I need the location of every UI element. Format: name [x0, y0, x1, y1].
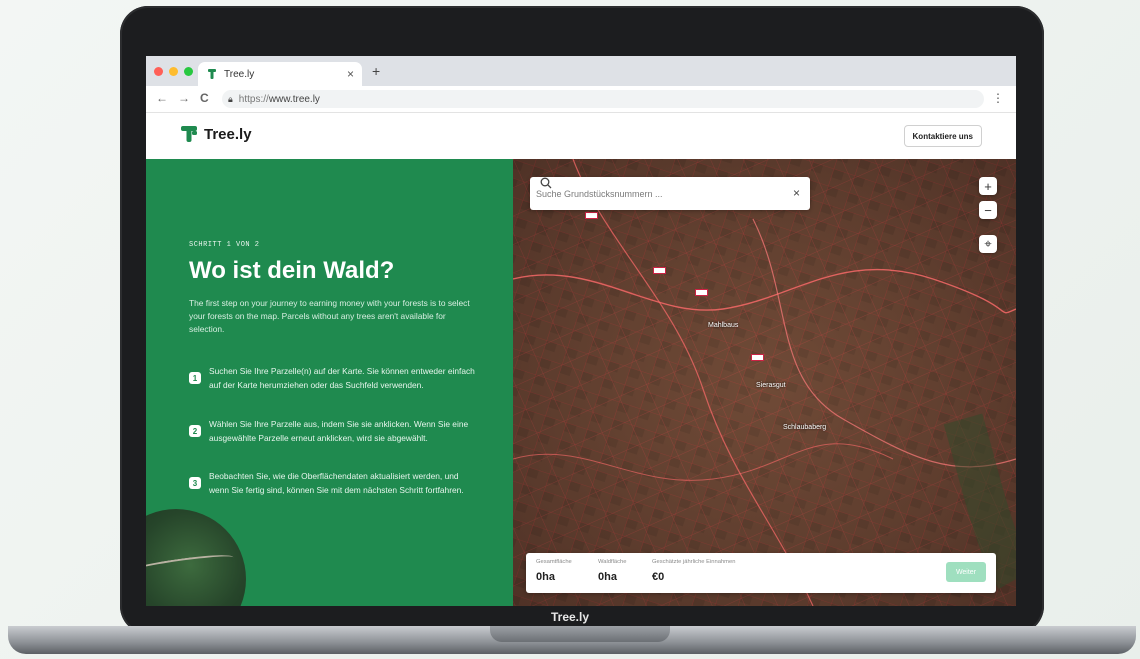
browser-menu-icon[interactable]: ⋮	[992, 91, 1004, 105]
back-button[interactable]: ←	[156, 91, 168, 105]
step-text: Beobachten Sie, wie die Oberflächendaten…	[209, 471, 464, 495]
income-value: €0	[652, 571, 665, 583]
income-stat: Geschätzte jährliche Einnahmen €0	[652, 559, 735, 583]
lock-icon: 🔒︎	[228, 93, 233, 104]
forest-area-stat: Waldfläche 0ha	[598, 559, 626, 583]
clear-search-icon[interactable]: ×	[793, 186, 800, 200]
forest-road	[146, 551, 235, 579]
url-host: www.tree.ly	[268, 93, 320, 105]
parcel-map[interactable]: Mahlbaus Sierasgut Schlaubaberg Suche Gr…	[513, 159, 1016, 606]
browser-tabbar: Tree.ly × +	[146, 56, 1016, 86]
browser-tab[interactable]: Tree.ly ×	[198, 62, 362, 86]
minimize-window-button[interactable]	[169, 67, 178, 76]
treely-logo-icon	[181, 126, 197, 142]
onboarding-panel: SCHRITT 1 VON 2 Wo ist dein Wald? The fi…	[146, 159, 513, 606]
step-number: 1	[189, 372, 201, 384]
browser-toolbar: ← → C 🔒︎ https:// www.tree.ly ⋮	[146, 86, 1016, 113]
maximize-window-button[interactable]	[184, 67, 193, 76]
new-tab-button[interactable]: +	[372, 63, 380, 79]
url-scheme: https://	[238, 93, 269, 105]
laptop-notch	[490, 626, 670, 642]
reload-button[interactable]: C	[200, 91, 209, 105]
forest-area-value: 0ha	[598, 571, 617, 583]
step-number: 3	[189, 477, 201, 489]
forward-button[interactable]: →	[178, 91, 190, 105]
logo-text: Tree.ly	[204, 125, 252, 143]
total-area-value: 0ha	[536, 571, 555, 583]
step-indicator: SCHRITT 1 VON 2	[189, 241, 260, 249]
search-icon	[540, 177, 552, 189]
locate-icon[interactable]: ⌖	[979, 235, 997, 253]
road-marker	[585, 212, 598, 219]
logo[interactable]: Tree.ly	[180, 125, 252, 143]
zoom-out-button[interactable]: −	[979, 201, 997, 219]
zoom-in-button[interactable]: +	[979, 177, 997, 195]
parcel-search-field[interactable]: Suche Grundstücksnummern ... ×	[530, 177, 810, 210]
close-tab-icon[interactable]: ×	[347, 67, 354, 81]
step-text: Wählen Sie Ihre Parzelle aus, indem Sie …	[209, 419, 469, 443]
tab-title: Tree.ly	[224, 68, 255, 80]
instruction-step: 3 Beobachten Sie, wie die Oberflächendat…	[189, 469, 479, 497]
step-number: 2	[189, 425, 201, 437]
income-label: Geschätzte jährliche Einnahmen	[652, 559, 736, 565]
road-marker	[653, 267, 666, 274]
map-place-label: Schlaubaberg	[783, 424, 827, 431]
panel-description: The first step on your journey to earnin…	[189, 298, 470, 334]
road-marker	[751, 354, 764, 361]
forest-aerial-image	[146, 509, 246, 606]
map-place-label: Mahlbaus	[708, 322, 739, 329]
step-text: Suchen Sie Ihre Parzelle(n) auf der Kart…	[209, 366, 475, 390]
window-controls	[154, 67, 193, 76]
treely-favicon-icon	[208, 69, 216, 79]
instruction-step: 2 Wählen Sie Ihre Parzelle aus, indem Si…	[189, 417, 479, 445]
map-place-label: Sierasgut	[756, 382, 786, 389]
selection-summary: Gesamtfläche 0ha Waldfläche 0ha Geschätz…	[526, 553, 996, 593]
address-bar[interactable]: 🔒︎ https:// www.tree.ly	[222, 90, 984, 108]
road-marker	[695, 289, 708, 296]
page-title: Wo ist dein Wald?	[189, 257, 395, 284]
total-area-label: Gesamtfläche	[536, 559, 572, 565]
contact-button[interactable]: Kontaktiere uns	[903, 125, 982, 147]
search-placeholder: Suche Grundstücksnummern ...	[536, 188, 663, 199]
instruction-step: 1 Suchen Sie Ihre Parzelle(n) auf der Ka…	[189, 364, 479, 392]
bezel-label: Tree.ly	[550, 610, 590, 624]
screen: Tree.ly × + ← → C 🔒︎ https:// www.tree.l…	[146, 56, 1016, 606]
total-area-stat: Gesamtfläche 0ha	[536, 559, 572, 583]
close-window-button[interactable]	[154, 67, 163, 76]
forest-area-label: Waldfläche	[598, 559, 627, 565]
next-button[interactable]: Weiter	[946, 562, 986, 582]
site-header: Tree.ly Kontaktiere uns	[146, 113, 1016, 160]
